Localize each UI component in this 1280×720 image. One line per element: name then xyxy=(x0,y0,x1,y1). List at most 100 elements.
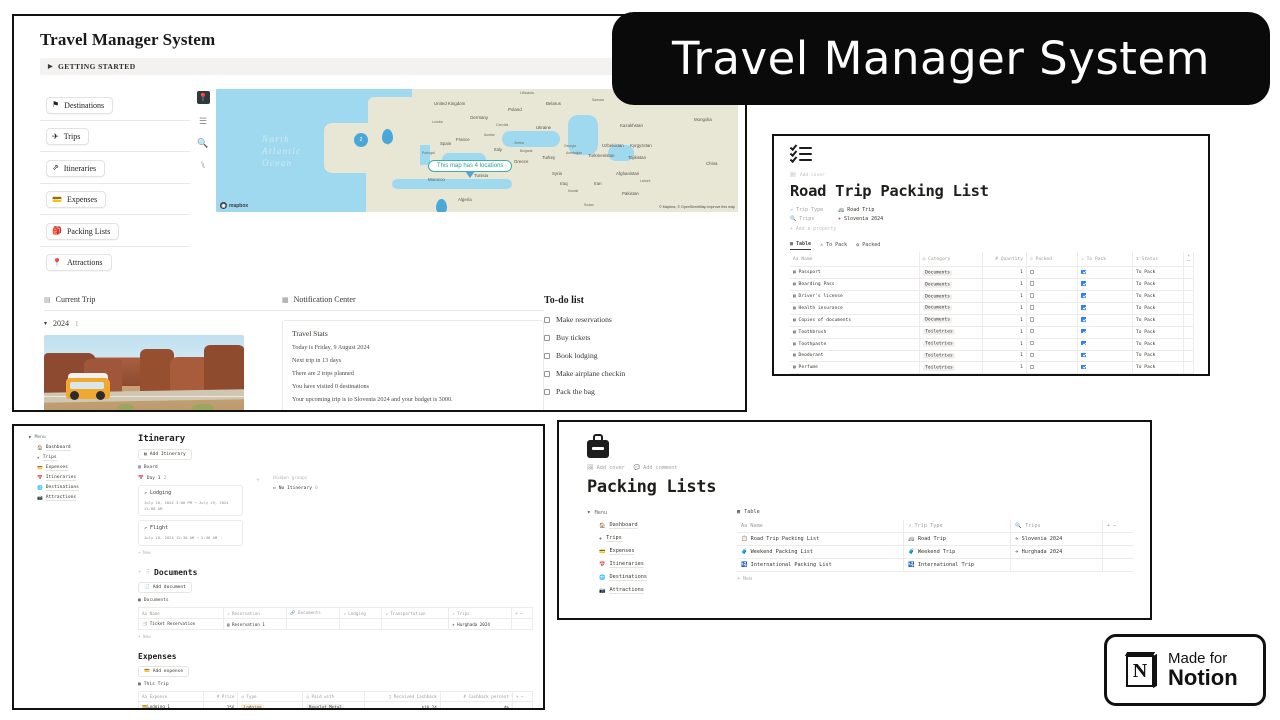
sidebar-item-itineraries[interactable]: 📅 Itineraries xyxy=(587,561,737,568)
column-header-price[interactable]: # Price xyxy=(203,691,239,703)
map-pin-marker[interactable] xyxy=(436,199,447,212)
cell-packed[interactable] xyxy=(1026,314,1079,327)
add-group-button[interactable]: + xyxy=(251,476,265,555)
cell-packed[interactable] xyxy=(1026,302,1079,315)
table-row[interactable]: 📋 Road Trip Packing List 🚐 Road Trip ✈ Slo… xyxy=(737,532,1134,546)
nav-button-packing-lists[interactable]: 🎒 Packing Lists xyxy=(46,222,120,240)
property-row-trips[interactable]: 🔍 Trips ✈ Slovenia 2024 xyxy=(790,216,1194,222)
column-header-trip-type[interactable]: ↗ Trip Type xyxy=(903,520,1012,533)
to-pack-checkbox[interactable] xyxy=(1081,317,1086,322)
table-row[interactable]: 🛂 International Packing List 🛂 Internatio… xyxy=(737,558,1134,572)
map-attribution[interactable]: © Mapbox, © OpenStreetMap Improve this m… xyxy=(659,205,735,209)
todo-item[interactable]: Buy tickets xyxy=(544,333,734,342)
table-row[interactable]: ▤ Passport Documents 1 To Pack xyxy=(790,266,1194,280)
itinerary-card-flight[interactable]: ⇗ Flight July 10, 2024 12:30 AM → 2:30 AM xyxy=(138,520,243,547)
search-icon[interactable]: 🔍 xyxy=(197,139,208,148)
cell-to-pack[interactable] xyxy=(1077,361,1133,374)
sidebar-item-destinations[interactable]: 🌐 Destinations xyxy=(28,485,133,491)
checkbox-icon[interactable] xyxy=(544,316,550,323)
column-header-quantity[interactable]: # Quantity xyxy=(982,252,1027,268)
table-row[interactable]: 💳Lodging 1 256 Lodging Revolut Metal $10… xyxy=(137,701,534,708)
to-pack-checkbox[interactable] xyxy=(1081,281,1086,286)
column-header-lodging[interactable]: ↗ Lodging xyxy=(339,607,383,620)
to-pack-checkbox[interactable] xyxy=(1081,328,1086,334)
add-cover-button[interactable]: 🖼 Add cover xyxy=(790,173,1194,178)
to-pack-checkbox[interactable] xyxy=(1081,352,1086,358)
sidebar-item-dashboard[interactable]: 🏠 Dashboard xyxy=(587,522,737,529)
todo-item[interactable]: Make reservations xyxy=(544,315,734,324)
world-map[interactable]: North Atlantic Ocean United Kingdom London… xyxy=(216,89,738,212)
column-header-to-pack[interactable]: ⚠ To Pack xyxy=(1077,252,1133,268)
map-cluster-marker[interactable]: 2 xyxy=(354,133,368,147)
column-header-category[interactable]: ◎ Category xyxy=(919,252,984,268)
table-row[interactable]: ▤ Health insurance Documents 1 To Pack xyxy=(790,302,1194,315)
tab-table[interactable]: ▦ Table xyxy=(790,241,812,250)
column-add-button[interactable]: + ⋯ xyxy=(511,607,533,620)
column-add-button[interactable]: + ⋯ xyxy=(1102,520,1134,533)
sidebar-item-expenses[interactable]: 💳 Expenses xyxy=(28,465,133,471)
column-header-name[interactable]: Aa Name xyxy=(737,520,905,533)
to-pack-checkbox[interactable] xyxy=(1081,305,1086,310)
add-document-button[interactable]: 📄 Add document xyxy=(138,582,192,594)
checkbox-icon[interactable] xyxy=(544,334,550,341)
column-header-trips[interactable]: 🔍 Trips xyxy=(1010,520,1103,533)
table-row[interactable]: ▤ Driver's license Documents 1 To Pack xyxy=(790,290,1194,303)
table-row[interactable]: ▤ ShampooToiletries1 To Pack xyxy=(790,373,1194,374)
column-header-reservation[interactable]: ↗ Reservation xyxy=(222,607,288,620)
column-header-name[interactable]: Aa Name xyxy=(138,607,224,620)
packed-checkbox[interactable] xyxy=(1029,293,1035,298)
documents-view[interactable]: ▦ Documents xyxy=(138,598,533,603)
packed-checkbox[interactable] xyxy=(1029,340,1035,346)
column-header-packed[interactable]: ☑ Packed xyxy=(1026,252,1079,268)
packed-checkbox[interactable] xyxy=(1029,281,1035,286)
cell-packed[interactable] xyxy=(1026,373,1079,374)
table-row[interactable]: ▤ Boarding Pass Documents 1 To Pack xyxy=(790,278,1194,292)
sidebar-item-trips[interactable]: ✈ Trips xyxy=(28,455,133,461)
packed-checkbox[interactable] xyxy=(1029,328,1035,334)
map-pin-marker[interactable] xyxy=(382,129,393,144)
cell-to-pack[interactable] xyxy=(1077,278,1133,292)
cell-to-pack[interactable] xyxy=(1077,302,1133,315)
packed-checkbox[interactable] xyxy=(1029,317,1035,322)
checkbox-icon[interactable] xyxy=(544,352,550,359)
sidebar-item-itineraries[interactable]: 📅 Itineraries xyxy=(28,475,133,481)
nav-button-trips[interactable]: ✈ Trips xyxy=(46,128,90,145)
nav-button-destinations[interactable]: ⚑ Destinations xyxy=(46,96,114,114)
column-add-button[interactable]: + ⋯ xyxy=(511,691,534,703)
add-cover-button[interactable]: 🖼 Add cover xyxy=(587,465,625,471)
sidebar-item-trips[interactable]: ✈ Trips xyxy=(587,535,737,542)
cell-to-pack[interactable] xyxy=(1077,290,1133,303)
menu-toggle[interactable]: ▾ Menu xyxy=(28,434,133,441)
sidebar-item-destinations[interactable]: 🌐 Destinations xyxy=(587,574,737,581)
packed-checkbox[interactable] xyxy=(1029,269,1035,275)
nav-button-itineraries[interactable]: ⇗ Itineraries xyxy=(46,159,106,177)
checkbox-icon[interactable] xyxy=(544,388,550,395)
cell-to-pack[interactable] xyxy=(1077,266,1133,280)
cell-packed[interactable] xyxy=(1026,350,1079,363)
table-row[interactable]: 🧳 Weekend Packing List 🧳 Weekend Trip ✈ Hu… xyxy=(737,545,1134,559)
property-row-trip-type[interactable]: ↗ Trip Type 🚐 Road Trip xyxy=(790,207,1194,213)
table-row[interactable]: 📑 Ticket Reservation ▤ Reservation 1 ✈ H… xyxy=(138,618,533,631)
cell-to-pack[interactable] xyxy=(1077,373,1133,374)
todo-item[interactable]: Make airplane checkin xyxy=(544,369,734,378)
list-view-icon[interactable]: ☰ xyxy=(199,117,207,126)
sidebar-item-attractions[interactable]: 📷 Attractions xyxy=(28,495,133,501)
sidebar-item-dashboard[interactable]: 🏠 Dashboard xyxy=(28,445,133,451)
drag-handle-icon[interactable]: ⠿ xyxy=(146,569,150,576)
cell-packed[interactable] xyxy=(1026,290,1079,303)
sidebar-item-attractions[interactable]: 📷 Attractions xyxy=(587,587,737,594)
new-list-button[interactable]: + New xyxy=(737,576,1134,582)
column-header-cashback-percent[interactable]: # Cashback percent xyxy=(439,691,513,703)
column-add-button[interactable]: + ⋯ xyxy=(1183,252,1194,268)
cell-packed[interactable] xyxy=(1026,361,1079,374)
menu-toggle[interactable]: ▾ Menu xyxy=(587,509,737,516)
cell-packed[interactable] xyxy=(1026,266,1079,280)
tab-packed[interactable]: ✪ Packed xyxy=(856,242,880,250)
checkbox-icon[interactable] xyxy=(544,370,550,377)
table-row[interactable]: ▤ Toothpaste Toiletries 1 To Pack xyxy=(790,338,1194,351)
todo-item[interactable]: Book lodging xyxy=(544,351,734,360)
nav-button-expenses[interactable]: 💳 Expenses xyxy=(46,191,107,208)
to-pack-checkbox[interactable] xyxy=(1081,340,1086,346)
lists-view-table[interactable]: ▦ Table xyxy=(737,509,1134,515)
column-header-type[interactable]: ◎ Type xyxy=(237,691,304,703)
